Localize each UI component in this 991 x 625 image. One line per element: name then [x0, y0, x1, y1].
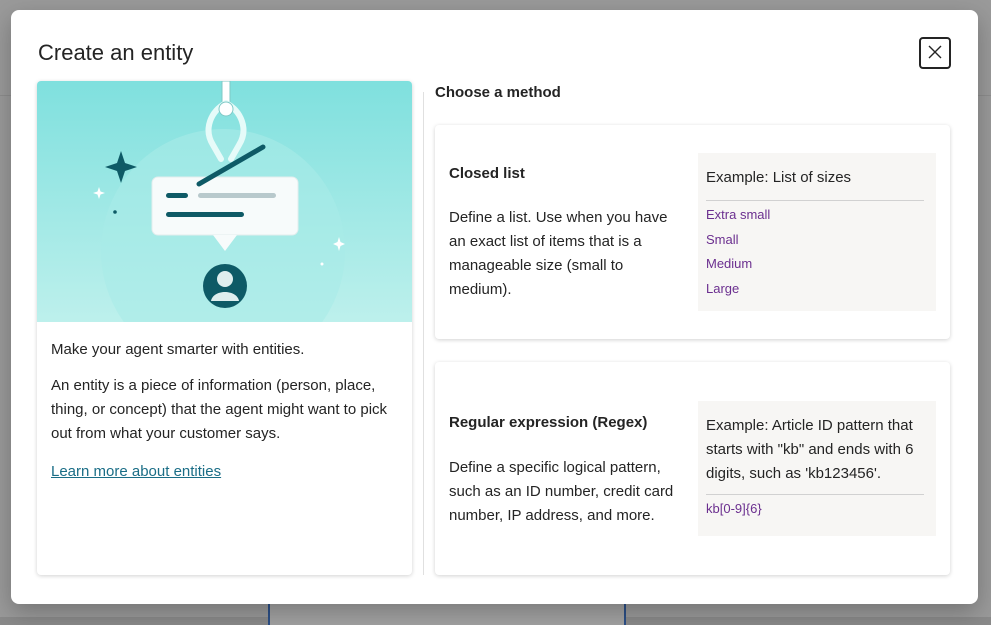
example-divider [706, 494, 924, 495]
example-list: kb[0-9]{6} [706, 497, 924, 522]
entity-description-text: An entity is a piece of information (per… [51, 377, 388, 442]
method-example-box: Example: Article ID pattern that starts … [698, 401, 936, 536]
learn-more-link[interactable]: Learn more about entities [51, 460, 221, 484]
example-item: Small [706, 231, 739, 247]
method-title: Regular expression (Regex) [449, 414, 648, 431]
example-item: Medium [706, 256, 753, 271]
closed-list-method-card[interactable]: Closed list Define a list. Use when you … [435, 125, 950, 339]
example-title: Example: Article ID pattern that starts … [706, 417, 914, 482]
choose-method-heading: Choose a method [435, 84, 561, 101]
create-entity-dialog: Create an entity Make your agent smarter… [11, 10, 978, 604]
example-title: Example: List of sizes [706, 169, 852, 186]
method-description: Define a specific logical pattern, such … [449, 459, 674, 524]
example-item: kb[0-9]{6} [706, 501, 762, 516]
method-example-box: Example: List of sizes Extra small Small… [698, 153, 936, 311]
example-divider [706, 200, 924, 201]
example-item: Large [706, 280, 740, 296]
regex-method-card[interactable]: Regular expression (Regex) Define a spec… [435, 362, 950, 575]
panel-divider [423, 92, 424, 575]
method-title: Closed list [449, 165, 525, 182]
claw-grabbing-chat-bubble-illustration [37, 81, 412, 322]
example-item: Extra small [706, 207, 771, 222]
close-button[interactable] [919, 37, 951, 69]
close-icon [927, 44, 943, 63]
example-list: Extra small Small Medium Large [706, 203, 924, 301]
entity-info-card: Make your agent smarter with entities. A… [37, 81, 412, 575]
dialog-title: Create an entity [38, 40, 194, 65]
method-description: Define a list. Use when you have an exac… [449, 209, 668, 298]
entity-intro-text: Make your agent smarter with entities. [51, 341, 305, 358]
